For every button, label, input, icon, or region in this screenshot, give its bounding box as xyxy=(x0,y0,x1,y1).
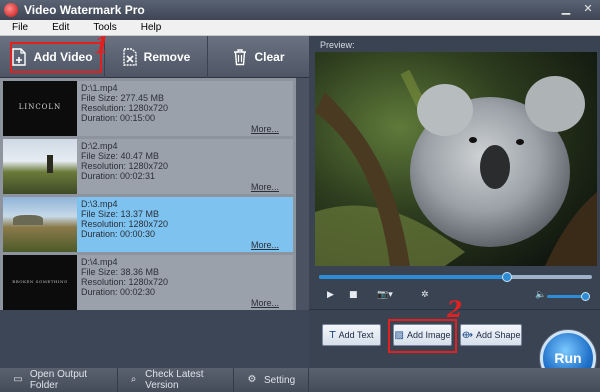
volume-handle[interactable] xyxy=(581,292,590,301)
magic-wand-icon[interactable]: ✲ xyxy=(421,290,429,300)
volume-slider[interactable] xyxy=(547,292,590,301)
add-shape-button[interactable]: ⟴ Add Shape xyxy=(460,324,522,346)
list-item-selected[interactable]: D:\3.mp4 File Size: 13.37 MB Resolution:… xyxy=(3,197,293,252)
stop-icon[interactable]: ■ xyxy=(349,290,358,300)
highlight-box-add-image xyxy=(388,319,457,353)
add-text-button[interactable]: T Add Text xyxy=(322,324,381,346)
file-name: D:\3.mp4 xyxy=(81,199,118,209)
step-2-badge: 2 xyxy=(447,297,463,323)
trash-icon xyxy=(232,48,248,66)
file-duration: Duration: 00:02:31 xyxy=(81,171,156,181)
clear-label: Clear xyxy=(254,50,285,64)
file-resolution: Resolution: 1280x720 xyxy=(81,219,169,229)
check-version-button[interactable]: ⌕ Check Latest Version xyxy=(118,368,234,392)
search-icon: ⌕ xyxy=(130,374,137,385)
play-icon[interactable]: ▶ xyxy=(327,290,334,300)
remove-label: Remove xyxy=(143,50,191,64)
camera-icon[interactable]: 📷▾ xyxy=(377,290,393,300)
folder-icon: ▭ xyxy=(13,374,23,385)
remove-button[interactable]: Remove xyxy=(105,36,208,78)
thumbnail-title-text: LINCOLN xyxy=(18,103,62,111)
list-item[interactable]: LINCOLN D:\1.mp4 File Size: 277.45 MB Re… xyxy=(3,81,293,136)
file-info: D:\1.mp4 File Size: 277.45 MB Resolution… xyxy=(77,81,293,136)
shape-icon: ⟴ xyxy=(461,329,474,341)
file-info: D:\4.mp4 File Size: 38.36 MB Resolution:… xyxy=(77,255,293,310)
open-output-label: Open Output Folder xyxy=(29,369,88,391)
file-name: D:\1.mp4 xyxy=(81,83,118,93)
menu-file[interactable]: File xyxy=(0,22,40,33)
seek-bar-progress xyxy=(319,275,508,279)
video-thumbnail: BROKEN SOMETHING xyxy=(3,255,77,310)
add-text-label: Add Text xyxy=(338,330,374,340)
file-size: File Size: 277.45 MB xyxy=(81,93,165,103)
add-shape-label: Add Shape xyxy=(476,330,521,340)
app-window: Video Watermark Pro ▁ ✕ File Edit Tools … xyxy=(0,0,600,392)
step-1-badge: 1 xyxy=(94,33,110,59)
setting-button[interactable]: ⚙ Setting xyxy=(234,368,309,392)
video-list[interactable]: LINCOLN D:\1.mp4 File Size: 277.45 MB Re… xyxy=(0,78,296,310)
minimize-icon[interactable]: ▁ xyxy=(560,3,572,15)
clear-button[interactable]: Clear xyxy=(208,36,309,78)
list-item[interactable]: D:\2.mp4 File Size: 40.47 MB Resolution:… xyxy=(3,139,293,194)
thumbnail-title-text: BROKEN SOMETHING xyxy=(12,279,68,284)
volume-icon[interactable]: 🔈 xyxy=(535,290,546,300)
menu-bar: File Edit Tools Help xyxy=(0,20,600,36)
list-item[interactable]: BROKEN SOMETHING D:\4.mp4 File Size: 38.… xyxy=(3,255,293,310)
video-thumbnail xyxy=(3,197,77,252)
file-duration: Duration: 00:15:00 xyxy=(81,113,156,123)
file-duration: Duration: 00:00:30 xyxy=(81,229,156,239)
window-controls: ▁ ✕ xyxy=(560,3,594,15)
open-output-folder-button[interactable]: ▭ Open Output Folder xyxy=(0,368,118,392)
file-info: D:\2.mp4 File Size: 40.47 MB Resolution:… xyxy=(77,139,293,194)
more-link[interactable]: More... xyxy=(251,182,279,192)
file-resolution: Resolution: 1280x720 xyxy=(81,277,169,287)
file-resolution: Resolution: 1280x720 xyxy=(81,161,169,171)
remove-file-icon xyxy=(122,48,138,66)
window-title: Video Watermark Pro xyxy=(24,3,145,17)
file-resolution: Resolution: 1280x720 xyxy=(81,103,169,113)
app-logo-icon xyxy=(4,3,18,17)
check-version-label: Check Latest Version xyxy=(145,369,204,391)
file-name: D:\4.mp4 xyxy=(81,257,118,267)
seek-handle[interactable] xyxy=(502,272,513,282)
setting-label: Setting xyxy=(264,374,296,386)
file-duration: Duration: 00:02:30 xyxy=(81,287,156,297)
menu-tools[interactable]: Tools xyxy=(81,22,128,33)
more-link[interactable]: More... xyxy=(251,298,279,308)
file-info: D:\3.mp4 File Size: 13.37 MB Resolution:… xyxy=(77,197,293,252)
title-bar: Video Watermark Pro ▁ ✕ xyxy=(0,0,600,20)
video-thumbnail: LINCOLN xyxy=(3,81,77,136)
list-scrollbar[interactable] xyxy=(296,78,309,310)
menu-help[interactable]: Help xyxy=(129,22,174,33)
gear-icon: ⚙ xyxy=(247,374,257,385)
file-size: File Size: 40.47 MB xyxy=(81,151,160,161)
file-name: D:\2.mp4 xyxy=(81,141,118,151)
koala-preview-image xyxy=(315,52,597,266)
text-icon: T xyxy=(329,329,336,341)
more-link[interactable]: More... xyxy=(251,124,279,134)
video-thumbnail xyxy=(3,139,77,194)
menu-edit[interactable]: Edit xyxy=(40,22,81,33)
preview-label: Preview: xyxy=(320,40,355,50)
close-icon[interactable]: ✕ xyxy=(582,3,594,15)
more-link[interactable]: More... xyxy=(251,240,279,250)
highlight-box-add-video xyxy=(10,42,102,73)
file-size: File Size: 13.37 MB xyxy=(81,209,160,219)
video-preview[interactable] xyxy=(315,52,597,266)
file-size: File Size: 38.36 MB xyxy=(81,267,160,277)
status-bar: ▭ Open Output Folder ⌕ Check Latest Vers… xyxy=(0,368,600,392)
seek-bar[interactable] xyxy=(319,272,592,282)
